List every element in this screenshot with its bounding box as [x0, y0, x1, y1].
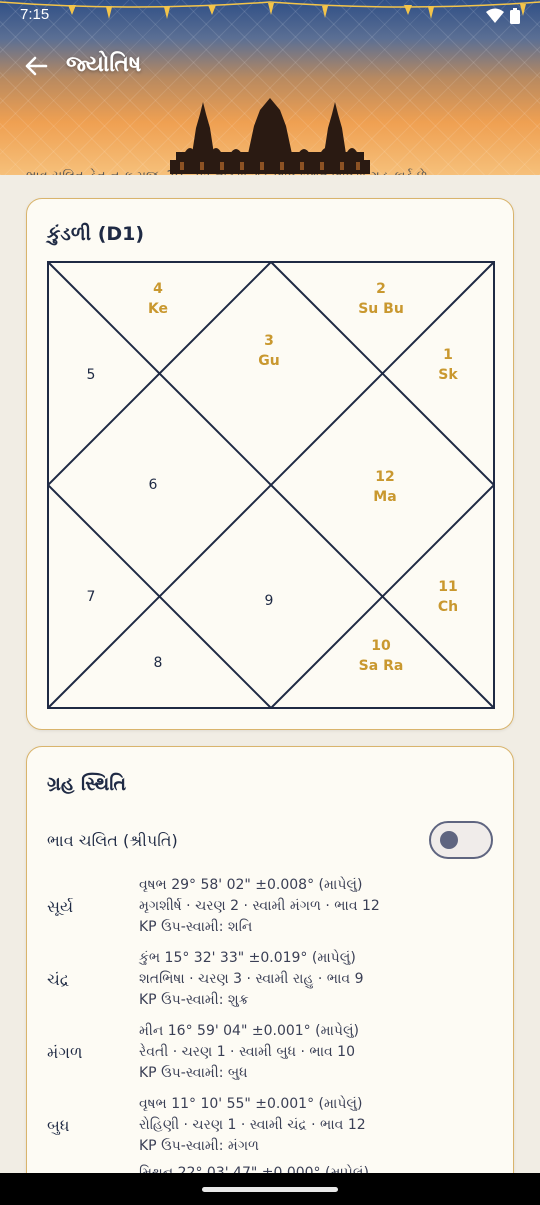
- page-title: જ્યોતિષ: [66, 52, 142, 77]
- kundli-card: કુંડળી (D1) 1 Sk 2 Su Bu 3 Gu 4 Ke 5 6 7 8 9 10 Sa Ra 1…: [26, 198, 514, 730]
- planet-kp-sublord: KP ઉપ-સ્વામી: શુક્ર: [139, 992, 249, 1008]
- house-6: 6: [149, 477, 158, 493]
- planet-nakshatra: શતભિષા · ચરણ 3 · સ્વામી રાહુ · ભાવ 9: [139, 971, 364, 987]
- house-planets: Su Bu: [358, 301, 404, 317]
- house-10: 10 Sa Ra: [359, 638, 404, 674]
- house-3: 3 Gu: [258, 333, 279, 369]
- house-4: 4 Ke: [148, 281, 168, 317]
- bhav-chalit-row: ભાવ ચલિત (શ્રીપતિ): [47, 821, 493, 861]
- house-planets: Sa Ra: [359, 658, 404, 674]
- house-number: 1: [443, 347, 453, 363]
- kundli-chart: 1 Sk 2 Su Bu 3 Gu 4 Ke 5 6 7 8 9 10 Sa Ra 11 Ch 12 Ma: [47, 261, 495, 709]
- status-icons: [486, 8, 520, 24]
- planet-row-budh: બુધ વૃષભ 11° 10' 55" ±0.001° (માપેલું) ર…: [47, 1094, 493, 1166]
- planet-kp-sublord: KP ઉપ-સ્વામી: શનિ: [139, 919, 253, 935]
- house-number: 7: [87, 589, 96, 605]
- planet-name: મંગળ: [47, 1043, 83, 1062]
- home-gesture-pill[interactable]: [202, 1187, 338, 1192]
- planet-kp-sublord: KP ઉપ-સ્વામી: મંગળ: [139, 1138, 259, 1154]
- bhav-chalit-toggle[interactable]: [429, 821, 493, 859]
- house-11: 11 Ch: [438, 579, 458, 615]
- house-planets: Ch: [438, 599, 458, 615]
- house-8: 8: [154, 655, 163, 671]
- house-number: 11: [438, 579, 457, 595]
- temple-icon: [170, 98, 370, 174]
- wifi-icon: [486, 8, 504, 23]
- toggle-knob: [440, 831, 458, 849]
- house-9: 9: [265, 593, 274, 609]
- planet-details: વૃષભ 29° 58' 02" ±0.008° (માપેલું) મૃગશી…: [139, 875, 380, 938]
- planet-position: કુંભ 15° 32' 33" ±0.019° (માપેલું): [139, 950, 356, 966]
- house-number: 4: [153, 281, 163, 297]
- planet-name: સૂર્ય: [47, 897, 74, 916]
- house-planets: Ma: [373, 489, 396, 505]
- planet-name: બુધ: [47, 1116, 70, 1135]
- house-number: 9: [265, 593, 274, 609]
- house-planets: Ke: [148, 301, 168, 317]
- planet-name: ચંદ્ર: [47, 970, 70, 989]
- header-banner: 7:15 જ્યોતિષ ભાવ ચલિત હેતુ ન કુ મજ, 20 '…: [0, 0, 540, 175]
- planet-nakshatra: મૃગશીર્ષ · ચરણ 2 · સ્વામી મંગળ · ભાવ 12: [139, 898, 380, 914]
- battery-icon: [510, 8, 520, 24]
- planet-row-mangal: મંગળ મીન 16° 59' 04" ±0.001° (માપેલું) ર…: [47, 1021, 493, 1093]
- house-number: 5: [87, 367, 96, 383]
- planet-nakshatra: રેવતી · ચરણ 1 · સ્વામી બુધ · ભાવ 10: [139, 1044, 355, 1060]
- house-12: 12 Ma: [373, 469, 396, 505]
- app-bar: જ્યોતિષ: [0, 44, 540, 88]
- status-bar: 7:15: [0, 0, 540, 32]
- planet-position: મીન 16° 59' 04" ±0.001° (માપેલું): [139, 1023, 360, 1039]
- house-number: 10: [371, 638, 391, 654]
- house-number: 12: [375, 469, 394, 485]
- house-planets: Gu: [258, 353, 279, 369]
- planet-nakshatra: રોહિણી · ચરણ 1 · સ્વામી ચંદ્ર · ભાવ 12: [139, 1117, 366, 1133]
- planet-details: વૃષભ 11° 10' 55" ±0.001° (માપેલું) રોહિણ…: [139, 1094, 366, 1157]
- planet-position: વૃષભ 29° 58' 02" ±0.008° (માપેલું): [139, 877, 363, 893]
- bhav-chalit-label: ભાવ ચલિત (શ્રીપતિ): [47, 831, 178, 850]
- planet-row-surya: સૂર્ય વૃષભ 29° 58' 02" ±0.008° (માપેલું)…: [47, 875, 493, 947]
- planet-position: વૃષભ 11° 10' 55" ±0.001° (માપેલું): [139, 1096, 363, 1112]
- planet-details: મીન 16° 59' 04" ±0.001° (માપેલું) રેવતી …: [139, 1021, 359, 1084]
- kundli-title: કુંડળી (D1): [47, 223, 145, 245]
- house-planets: Sk: [438, 367, 458, 383]
- planet-kp-sublord: KP ઉપ-સ્વામી: બુધ: [139, 1065, 248, 1081]
- house-number: 6: [149, 477, 158, 493]
- system-nav-bar: [0, 1173, 540, 1205]
- back-arrow-icon[interactable]: [20, 50, 52, 82]
- house-number: 2: [376, 281, 386, 297]
- status-time: 7:15: [20, 6, 50, 23]
- house-1: 1 Sk: [438, 347, 458, 383]
- planets-title: ગ્રહ સ્થિતિ: [47, 773, 127, 795]
- house-number: 8: [154, 655, 163, 671]
- planet-row-chandra: ચંદ્ર કુંભ 15° 32' 33" ±0.019° (માપેલું)…: [47, 948, 493, 1020]
- house-number: 3: [264, 333, 274, 349]
- planets-card: ગ્રહ સ્થિતિ ભાવ ચલિત (શ્રીપતિ) સૂર્ય વૃષ…: [26, 746, 514, 1205]
- house-5: 5: [87, 367, 96, 383]
- house-2: 2 Su Bu: [358, 281, 404, 317]
- house-7: 7: [87, 589, 96, 605]
- planet-details: કુંભ 15° 32' 33" ±0.019° (માપેલું) શતભિષ…: [139, 948, 364, 1011]
